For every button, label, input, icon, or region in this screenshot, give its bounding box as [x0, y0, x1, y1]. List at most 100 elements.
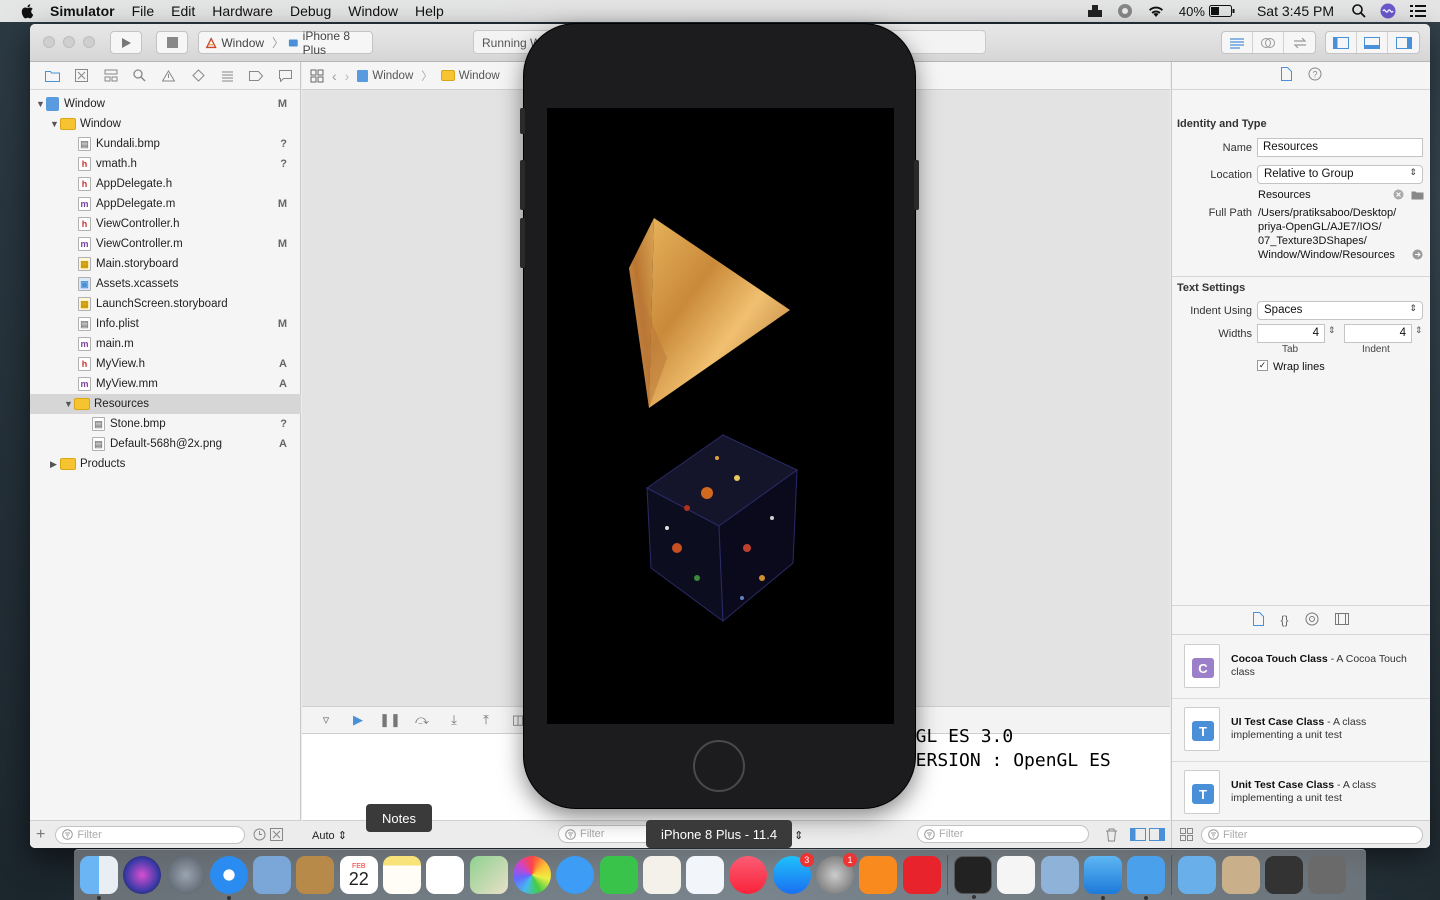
apple-menu-icon[interactable]	[20, 3, 36, 19]
forward-arrow-icon[interactable]: ›	[345, 68, 350, 84]
tab-width-stepper[interactable]: ⇕	[1328, 325, 1336, 336]
disclosure-open-icon[interactable]: ▼	[64, 399, 74, 409]
tree-item-viewcontroller-h[interactable]: h ViewController.h	[30, 214, 301, 234]
standard-editor-button[interactable]	[1222, 32, 1253, 53]
iphone-simulator-window[interactable]	[520, 24, 919, 808]
notes-dock-icon[interactable]	[383, 856, 422, 894]
scheme-target[interactable]: Window	[221, 36, 264, 50]
show-console-icon[interactable]	[1149, 828, 1165, 841]
tree-item-stone-bmp[interactable]: ▤ Stone.bmp?	[30, 414, 301, 434]
indent-width-field[interactable]: 4	[1344, 324, 1412, 343]
step-into-icon[interactable]: ⤓	[438, 712, 470, 728]
anydesk-dock-icon[interactable]	[902, 856, 941, 894]
tree-item-myview-mm[interactable]: m MyView.mm A	[30, 374, 301, 394]
reveal-in-finder-icon[interactable]	[1412, 249, 1423, 260]
contacts-dock-icon[interactable]	[296, 856, 335, 894]
library-item-cocoa-touch-class[interactable]: C Cocoa Touch Class - A Cocoa Touch clas…	[1172, 636, 1430, 699]
tree-item-myview-h[interactable]: h MyView.h A	[30, 354, 301, 374]
project-navigator-tab[interactable]	[38, 70, 67, 82]
find-navigator-tab[interactable]	[125, 69, 154, 82]
safari-dock-icon[interactable]	[209, 856, 248, 900]
scheme-selector[interactable]: Window 〉 iPhone 8 Plus	[198, 29, 373, 57]
navigator-filter-input[interactable]: Filter	[55, 825, 246, 844]
tree-item-default-png[interactable]: ▤ Default-568h@2x.png A	[30, 434, 301, 454]
volume-down-button[interactable]	[520, 218, 525, 268]
toggle-navigator-button[interactable]	[1326, 32, 1357, 53]
tree-item-appdelegate-h[interactable]: h AppDelegate.h	[30, 174, 301, 194]
tree-item-main-m[interactable]: m main.m	[30, 334, 301, 354]
related-items-icon[interactable]	[310, 69, 324, 83]
toggle-inspector-button[interactable]	[1388, 32, 1419, 53]
side-power-button[interactable]	[914, 160, 919, 210]
wrap-lines-checkbox[interactable]: ✓	[1257, 360, 1268, 371]
file-template-library-tab[interactable]	[1253, 611, 1265, 629]
debug-navigator-tab[interactable]	[213, 70, 242, 82]
disclosure-open-icon[interactable]: ▼	[36, 99, 46, 109]
add-file-button[interactable]: +	[36, 826, 45, 844]
numbers-dock-icon[interactable]	[686, 856, 725, 894]
tree-item-vmath-h[interactable]: h vmath.h?	[30, 154, 301, 174]
run-button[interactable]	[110, 31, 142, 54]
pages-dock-icon[interactable]	[642, 856, 681, 894]
maps-dock-icon[interactable]	[469, 856, 508, 894]
tree-item-viewcontroller-m[interactable]: m ViewController.m M	[30, 234, 301, 254]
grid-view-icon[interactable]	[1180, 828, 1193, 841]
source-control-tab[interactable]	[67, 69, 96, 82]
indent-using-popup[interactable]: Spaces ⇕	[1257, 301, 1423, 320]
window-minimize-button[interactable]	[63, 36, 75, 48]
screenshots-stack-dock-icon[interactable]	[1265, 856, 1304, 894]
battery-icon[interactable]	[1208, 5, 1235, 17]
menu-window[interactable]: Window	[348, 3, 398, 19]
code-snippet-library-tab[interactable]: {}	[1280, 613, 1288, 627]
terminal-dock-icon[interactable]	[953, 856, 992, 899]
ibooks-dock-icon[interactable]	[859, 856, 898, 894]
stop-button[interactable]	[156, 31, 188, 54]
siri-dock-icon[interactable]	[123, 856, 162, 894]
tree-item-main-storyboard[interactable]: ▦ Main.storyboard	[30, 254, 301, 274]
console-filter-input[interactable]: Filter	[917, 825, 1089, 843]
siri-icon[interactable]	[1380, 3, 1396, 19]
location-popup[interactable]: Relative to Group ⇕	[1257, 165, 1423, 184]
opengl-render-view[interactable]	[547, 108, 894, 724]
textedit-dock-icon[interactable]	[997, 856, 1036, 894]
version-editor-button[interactable]	[1284, 32, 1315, 53]
disclosure-closed-icon[interactable]: ▶	[50, 459, 60, 470]
object-library-tab[interactable]	[1305, 612, 1319, 629]
trash-dock-icon[interactable]	[1308, 856, 1347, 894]
issue-navigator-tab[interactable]	[154, 69, 183, 82]
menu-file[interactable]: File	[132, 3, 155, 19]
recent-files-icon[interactable]	[253, 828, 266, 841]
tree-item-appdelegate-m[interactable]: m AppDelegate.m M	[30, 194, 301, 214]
dropbox-status-icon[interactable]	[1087, 4, 1103, 18]
launchpad-dock-icon[interactable]	[166, 856, 205, 894]
name-field[interactable]: Resources	[1257, 138, 1423, 157]
reminders-dock-icon[interactable]	[426, 856, 465, 894]
window-close-button[interactable]	[43, 36, 55, 48]
tree-item-project-window[interactable]: ▼ Window M	[30, 94, 301, 114]
disclosure-open-icon[interactable]: ▼	[50, 119, 60, 129]
library-item-unit-test-case-class[interactable]: T Unit Test Case Class - A class impleme…	[1172, 762, 1430, 825]
tree-item-kundali-bmp[interactable]: ▤ Kundali.bmp?	[30, 134, 301, 154]
preview-dock-icon[interactable]	[1040, 856, 1079, 894]
home-button[interactable]	[693, 740, 745, 792]
system-preferences-dock-icon[interactable]: 1	[816, 853, 858, 894]
mail-stamp-dock-icon[interactable]	[253, 856, 292, 894]
messages-dock-icon[interactable]	[556, 856, 595, 894]
tree-item-resources[interactable]: ▼ Resources	[30, 394, 301, 414]
variables-scope-popup[interactable]: Auto ⇕	[312, 829, 347, 842]
downloads-folder-dock-icon[interactable]	[1178, 856, 1217, 894]
step-over-icon[interactable]: ⤼	[406, 712, 438, 728]
tab-width-field[interactable]: 4	[1257, 324, 1325, 343]
library-filter-input[interactable]: Filter	[1201, 825, 1423, 844]
tree-item-group-window[interactable]: ▼ Window	[30, 114, 301, 134]
menu-edit[interactable]: Edit	[171, 3, 195, 19]
choose-folder-icon[interactable]	[1411, 190, 1424, 200]
hide-debug-area-icon[interactable]: ▿	[310, 712, 342, 728]
pause-icon[interactable]: ❚❚	[374, 712, 406, 728]
menu-debug[interactable]: Debug	[290, 3, 331, 19]
menu-app-simulator[interactable]: Simulator	[50, 3, 115, 19]
tree-item-products[interactable]: ▶ Products	[30, 454, 301, 474]
simulator-dock-icon[interactable]	[1127, 856, 1166, 900]
toggle-debug-area-button[interactable]	[1357, 32, 1388, 53]
itunes-dock-icon[interactable]	[729, 856, 768, 894]
